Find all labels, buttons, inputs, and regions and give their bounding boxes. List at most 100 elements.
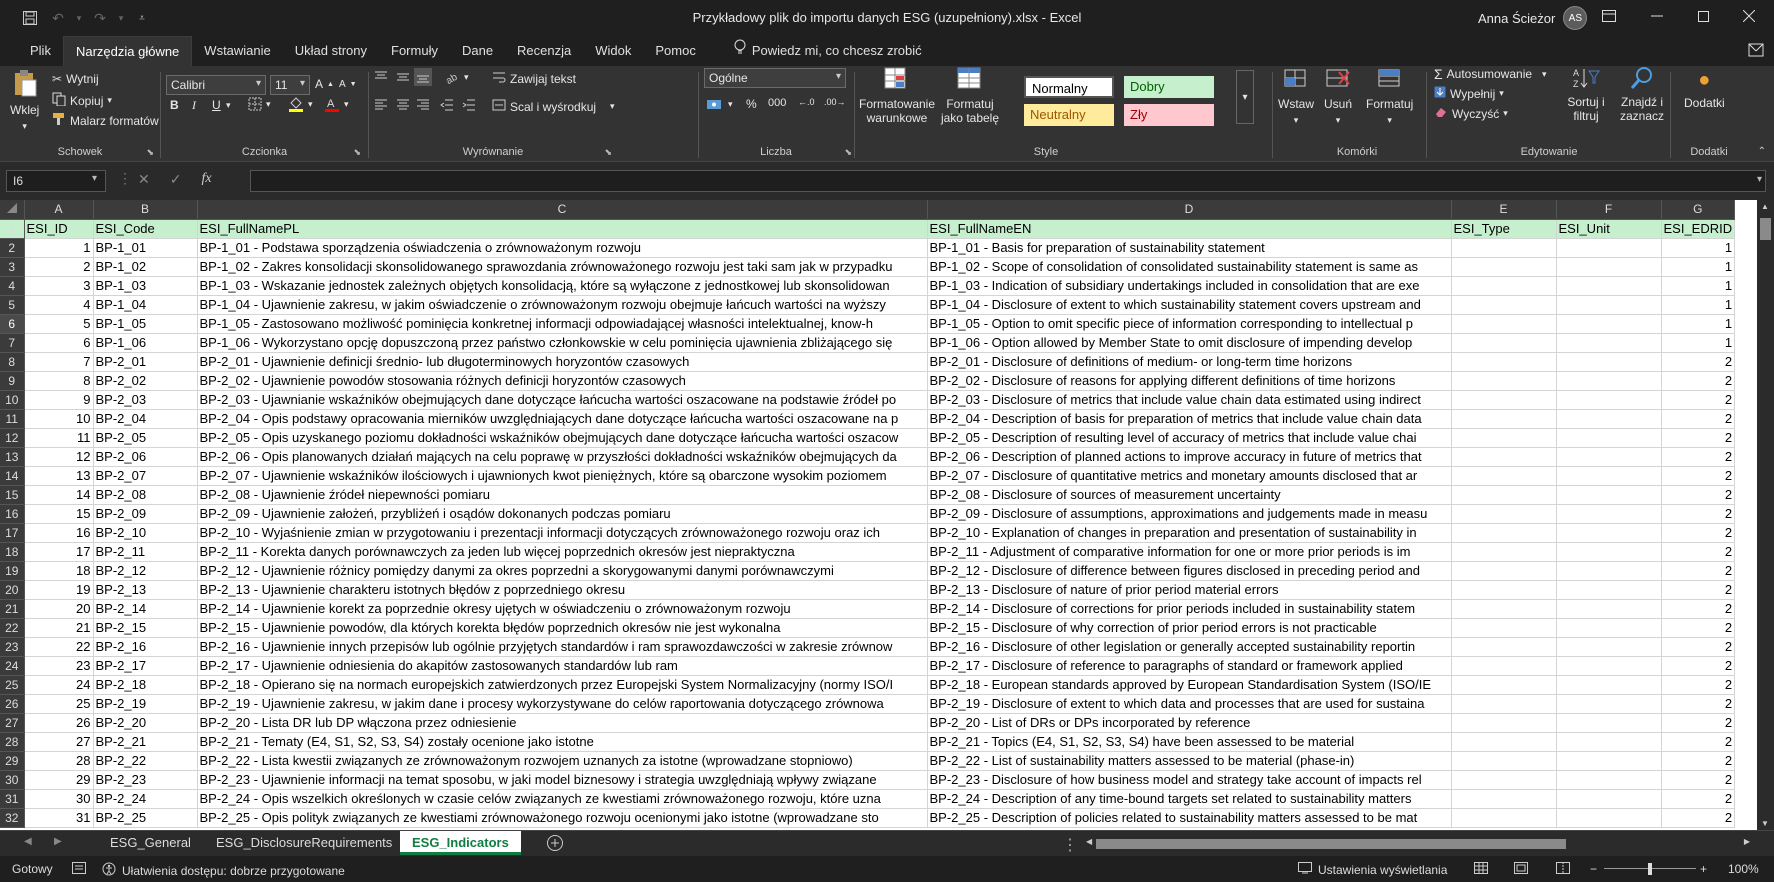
cell[interactable]: 2 [1661, 599, 1736, 619]
tab-insert[interactable]: Wstawianie [192, 36, 282, 66]
cell[interactable] [1556, 428, 1662, 448]
cell[interactable]: BP-2_05 - Opis uzyskanego poziomu dokład… [197, 428, 928, 448]
sort-filter-button[interactable]: AZ Sortuj i filtruj [1562, 66, 1610, 123]
cell[interactable]: 16 [24, 523, 94, 543]
align-center-icon[interactable] [396, 98, 410, 112]
row-header[interactable]: 11 [0, 409, 25, 429]
cell[interactable] [1556, 257, 1662, 277]
sheet-tab-esg-general[interactable]: ESG_General [98, 831, 203, 855]
dialog-launcher-icon[interactable]: ⬊ [844, 147, 852, 158]
cell[interactable]: 2 [1661, 466, 1736, 486]
insert-function-icon[interactable]: fx [201, 171, 211, 188]
cell[interactable] [1556, 485, 1662, 505]
row-header[interactable]: 25 [0, 675, 25, 695]
cell[interactable]: BP-2_02 - Ujawnienie powodów stosowania … [197, 371, 928, 391]
cell[interactable]: 21 [24, 618, 94, 638]
cell[interactable]: 2 [1661, 428, 1736, 448]
cell[interactable] [1451, 808, 1557, 828]
cell[interactable]: BP-2_04 - Opis podstawy opracowania mier… [197, 409, 928, 429]
cell[interactable]: BP-2_20 [93, 713, 198, 733]
cell[interactable]: 23 [24, 656, 94, 676]
cell[interactable]: BP-2_08 - Disclosure of sources of measu… [927, 485, 1452, 505]
share-icon[interactable] [1748, 42, 1764, 63]
align-top-icon[interactable] [374, 70, 388, 84]
merge-center-button[interactable]: Scal i wyśrodkuj ▾ [492, 98, 615, 115]
cell[interactable]: 2 [1661, 732, 1736, 752]
cut-button[interactable]: ✂ Wytnij [52, 72, 99, 86]
cell[interactable] [1556, 333, 1662, 353]
copy-button[interactable]: Kopiuj ▾ [52, 92, 112, 109]
fill-button[interactable]: Wypełnij ▾ [1434, 86, 1504, 101]
conditional-formatting-button[interactable]: Formatowanie warunkowe [859, 66, 935, 125]
formula-input[interactable] [250, 170, 1766, 192]
cell[interactable]: 1 [1661, 276, 1736, 296]
cell[interactable]: 2 [1661, 504, 1736, 524]
cell[interactable] [1556, 694, 1662, 714]
page-layout-view-icon[interactable] [1514, 862, 1528, 874]
cell[interactable]: BP-2_10 [93, 523, 198, 543]
cell[interactable] [1451, 656, 1557, 676]
cell[interactable]: BP-1_06 - Option allowed by Member State… [927, 333, 1452, 353]
cell[interactable]: 2 [1661, 485, 1736, 505]
cell[interactable]: 5 [24, 314, 94, 334]
cell[interactable]: 30 [24, 789, 94, 809]
cell[interactable]: BP-2_19 - Disclosure of extent to which … [927, 694, 1452, 714]
ribbon-display-icon[interactable] [1586, 0, 1632, 32]
cell[interactable] [1451, 542, 1557, 562]
align-right-icon[interactable] [416, 98, 430, 112]
cell[interactable]: BP-1_05 - Zastosowano możliwość pominięc… [197, 314, 928, 334]
tab-view[interactable]: Widok [583, 36, 643, 66]
font-size-select[interactable]: 11 [270, 75, 310, 95]
cell[interactable]: BP-1_01 - Podstawa sporządzenia oświadcz… [197, 238, 928, 258]
cell[interactable]: BP-2_13 - Disclosure of nature of prior … [927, 580, 1452, 600]
cell[interactable] [1451, 314, 1557, 334]
format-painter-button[interactable]: Malarz formatów [52, 112, 159, 129]
cell[interactable] [1556, 542, 1662, 562]
cell[interactable]: BP-2_07 - Ujawnienie wskaźników ilościow… [197, 466, 928, 486]
cell[interactable]: 2 [1661, 371, 1736, 391]
cell[interactable] [1451, 390, 1557, 410]
redo-icon[interactable]: ↷ [88, 6, 112, 30]
cell[interactable] [1451, 333, 1557, 353]
cell[interactable]: BP-2_17 - Ujawnienie odniesienia do akap… [197, 656, 928, 676]
cell[interactable]: 19 [24, 580, 94, 600]
cell[interactable] [1556, 751, 1662, 771]
increase-indent-icon[interactable] [462, 98, 476, 112]
cell[interactable]: 2 [1661, 580, 1736, 600]
minimize-icon[interactable] [1634, 0, 1680, 32]
display-settings-button[interactable]: Ustawienia wyświetlania [1298, 862, 1447, 877]
cell[interactable] [1556, 580, 1662, 600]
cell[interactable]: BP-2_17 - Disclosure of reference to par… [927, 656, 1452, 676]
cell[interactable]: BP-2_25 - Description of policies relate… [927, 808, 1452, 828]
cell[interactable]: BP-2_06 - Description of planned actions… [927, 447, 1452, 467]
zoom-level[interactable]: 100% [1728, 862, 1759, 876]
macro-record-icon[interactable] [72, 862, 86, 874]
cell[interactable] [1556, 770, 1662, 790]
cell[interactable]: BP-1_04 - Disclosure of extent to which … [927, 295, 1452, 315]
cell[interactable] [1451, 694, 1557, 714]
font-name-select[interactable]: Calibri [166, 75, 266, 95]
cell[interactable] [1451, 561, 1557, 581]
cell[interactable]: BP-2_10 - Wyjaśnienie zmian w przygotowa… [197, 523, 928, 543]
italic-button[interactable]: I [192, 98, 196, 113]
cell[interactable]: BP-2_01 - Ujawnienie definicji średnio- … [197, 352, 928, 372]
maximize-icon[interactable] [1680, 0, 1726, 32]
cell[interactable] [1556, 390, 1662, 410]
borders-icon[interactable]: ▾ [248, 97, 271, 111]
styles-more-icon[interactable]: ▾ [1236, 70, 1254, 124]
cell[interactable]: 2 [1661, 675, 1736, 695]
cell[interactable]: 22 [24, 637, 94, 657]
zoom-out-icon[interactable]: − [1590, 862, 1597, 876]
row-header[interactable]: 29 [0, 751, 25, 771]
cell[interactable]: 3 [24, 276, 94, 296]
tab-formulas[interactable]: Formuły [379, 36, 450, 66]
cell[interactable]: BP-1_01 [93, 238, 198, 258]
tab-data[interactable]: Dane [450, 36, 505, 66]
row-header[interactable]: 28 [0, 732, 25, 752]
cell[interactable]: BP-1_04 [93, 295, 198, 315]
row-header[interactable]: 8 [0, 352, 25, 372]
cell[interactable]: ESI_Type [1451, 219, 1557, 239]
cell[interactable]: BP-2_03 [93, 390, 198, 410]
dialog-launcher-icon[interactable]: ⬊ [353, 147, 361, 158]
cell[interactable]: BP-2_07 [93, 466, 198, 486]
